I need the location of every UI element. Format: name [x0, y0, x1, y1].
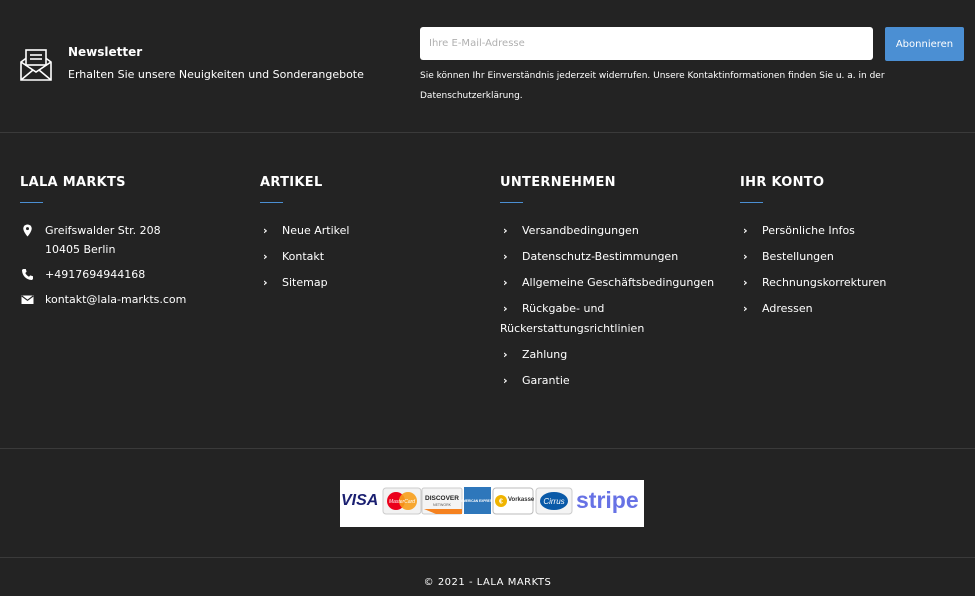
link-kontakt[interactable]: › Kontakt: [260, 247, 490, 267]
phone-icon: [22, 269, 33, 280]
divider-bottom: [0, 557, 975, 558]
envelope-open-icon: [20, 49, 52, 81]
chevron-right-icon: ›: [503, 373, 508, 387]
payment-methods-image: VISA MasterCard DISCOVER NETWORK AMERICA…: [340, 480, 644, 527]
chevron-right-icon: ›: [743, 302, 748, 315]
address-line-1: Greifswalder Str. 208: [45, 224, 161, 237]
store-title: LALA MARKTS: [20, 175, 126, 190]
newsletter-subtitle: Erhalten Sie unsere Neuigkeiten und Sond…: [68, 68, 364, 81]
chevron-right-icon: ›: [743, 224, 748, 237]
chevron-right-icon: ›: [503, 250, 508, 263]
konto-column: IHR KONTO › Persönliche Infos › Bestellung…: [740, 175, 970, 325]
visa-logo: VISA: [341, 492, 378, 509]
title-underline: [20, 202, 43, 203]
link-sitemap[interactable]: › Sitemap: [260, 273, 490, 293]
link-garantie[interactable]: › Garantie: [500, 371, 730, 391]
svg-text:AMERICAN EXPRESS: AMERICAN EXPRESS: [461, 499, 494, 503]
mastercard-logo: MasterCard: [382, 487, 422, 515]
divider-top: [0, 132, 975, 133]
link-datenschutz[interactable]: › Datenschutz-Bestimmungen: [500, 247, 730, 267]
link-agb[interactable]: › Allgemeine Geschäftsbedingungen: [500, 273, 720, 293]
chevron-right-icon: ›: [503, 276, 508, 289]
link-persoenliche-infos[interactable]: › Persönliche Infos: [740, 221, 970, 241]
link-neue-artikel[interactable]: › Neue Artikel: [260, 221, 490, 241]
svg-text:Cirrus: Cirrus: [543, 497, 564, 506]
title-underline: [500, 202, 523, 203]
address-line-2: 10405 Berlin: [45, 243, 116, 256]
svg-text:€: €: [499, 499, 503, 506]
cirrus-logo: Cirrus: [535, 487, 573, 515]
title-underline: [740, 202, 763, 203]
amex-logo: AMERICAN EXPRESS: [461, 487, 494, 514]
link-adressen[interactable]: › Adressen: [740, 299, 970, 319]
artikel-title: ARTIKEL: [260, 175, 323, 190]
chevron-right-icon: ›: [503, 347, 508, 361]
store-info-column: LALA MARKTS Greifswalder Str. 208 10405 …: [20, 175, 250, 315]
email-input[interactable]: [420, 27, 873, 60]
subscribe-button[interactable]: Abonnieren: [885, 27, 964, 61]
phone-number[interactable]: +4917694944168: [45, 265, 250, 284]
link-rueckgabe[interactable]: › Rückgabe- und Rückerstattungsrichtlinie…: [500, 299, 700, 338]
stripe-logo: stripe: [576, 487, 639, 513]
link-versandbedingungen[interactable]: › Versandbedingungen: [500, 221, 730, 241]
chevron-right-icon: ›: [503, 224, 508, 237]
discover-logo: DISCOVER NETWORK: [421, 487, 463, 515]
chevron-right-icon: ›: [263, 250, 268, 263]
svg-text:NETWORK: NETWORK: [433, 503, 452, 507]
svg-text:MasterCard: MasterCard: [389, 499, 415, 505]
link-rechnungskorrekturen[interactable]: › Rechnungskorrekturen: [740, 273, 970, 293]
unternehmen-title: UNTERNEHMEN: [500, 175, 616, 190]
consent-text: Sie können Ihr Einverständnis jederzeit …: [420, 71, 885, 101]
email-address[interactable]: kontakt@lala-markts.com: [45, 290, 250, 309]
chevron-right-icon: ›: [743, 276, 748, 289]
konto-title: IHR KONTO: [740, 175, 825, 190]
mail-icon: [21, 295, 34, 304]
map-pin-icon: [23, 224, 32, 237]
copyright-text: © 2021 - LALA MARKTS: [423, 577, 552, 588]
chevron-right-icon: ›: [263, 224, 268, 237]
chevron-right-icon: ›: [743, 250, 748, 263]
title-underline: [260, 202, 283, 203]
link-bestellungen[interactable]: › Bestellungen: [740, 247, 970, 267]
svg-text:DISCOVER: DISCOVER: [425, 495, 459, 502]
address: Greifswalder Str. 208 10405 Berlin: [20, 221, 250, 259]
artikel-column: ARTIKEL › Neue Artikel › Kontakt › Sitemap: [260, 175, 490, 299]
svg-text:Vorkasse: Vorkasse: [508, 497, 535, 503]
newsletter-title: Newsletter: [68, 45, 143, 59]
vorkasse-logo: € Vorkasse: [492, 487, 535, 515]
chevron-right-icon: ›: [263, 276, 268, 289]
link-zahlung[interactable]: › Zahlung: [500, 345, 730, 365]
unternehmen-column: UNTERNEHMEN › Versandbedingungen › Datensc…: [500, 175, 730, 397]
email: kontakt@lala-markts.com: [20, 290, 250, 309]
divider-middle: [0, 448, 975, 449]
phone: +4917694944168: [20, 265, 250, 284]
chevron-right-icon: ›: [503, 302, 508, 315]
